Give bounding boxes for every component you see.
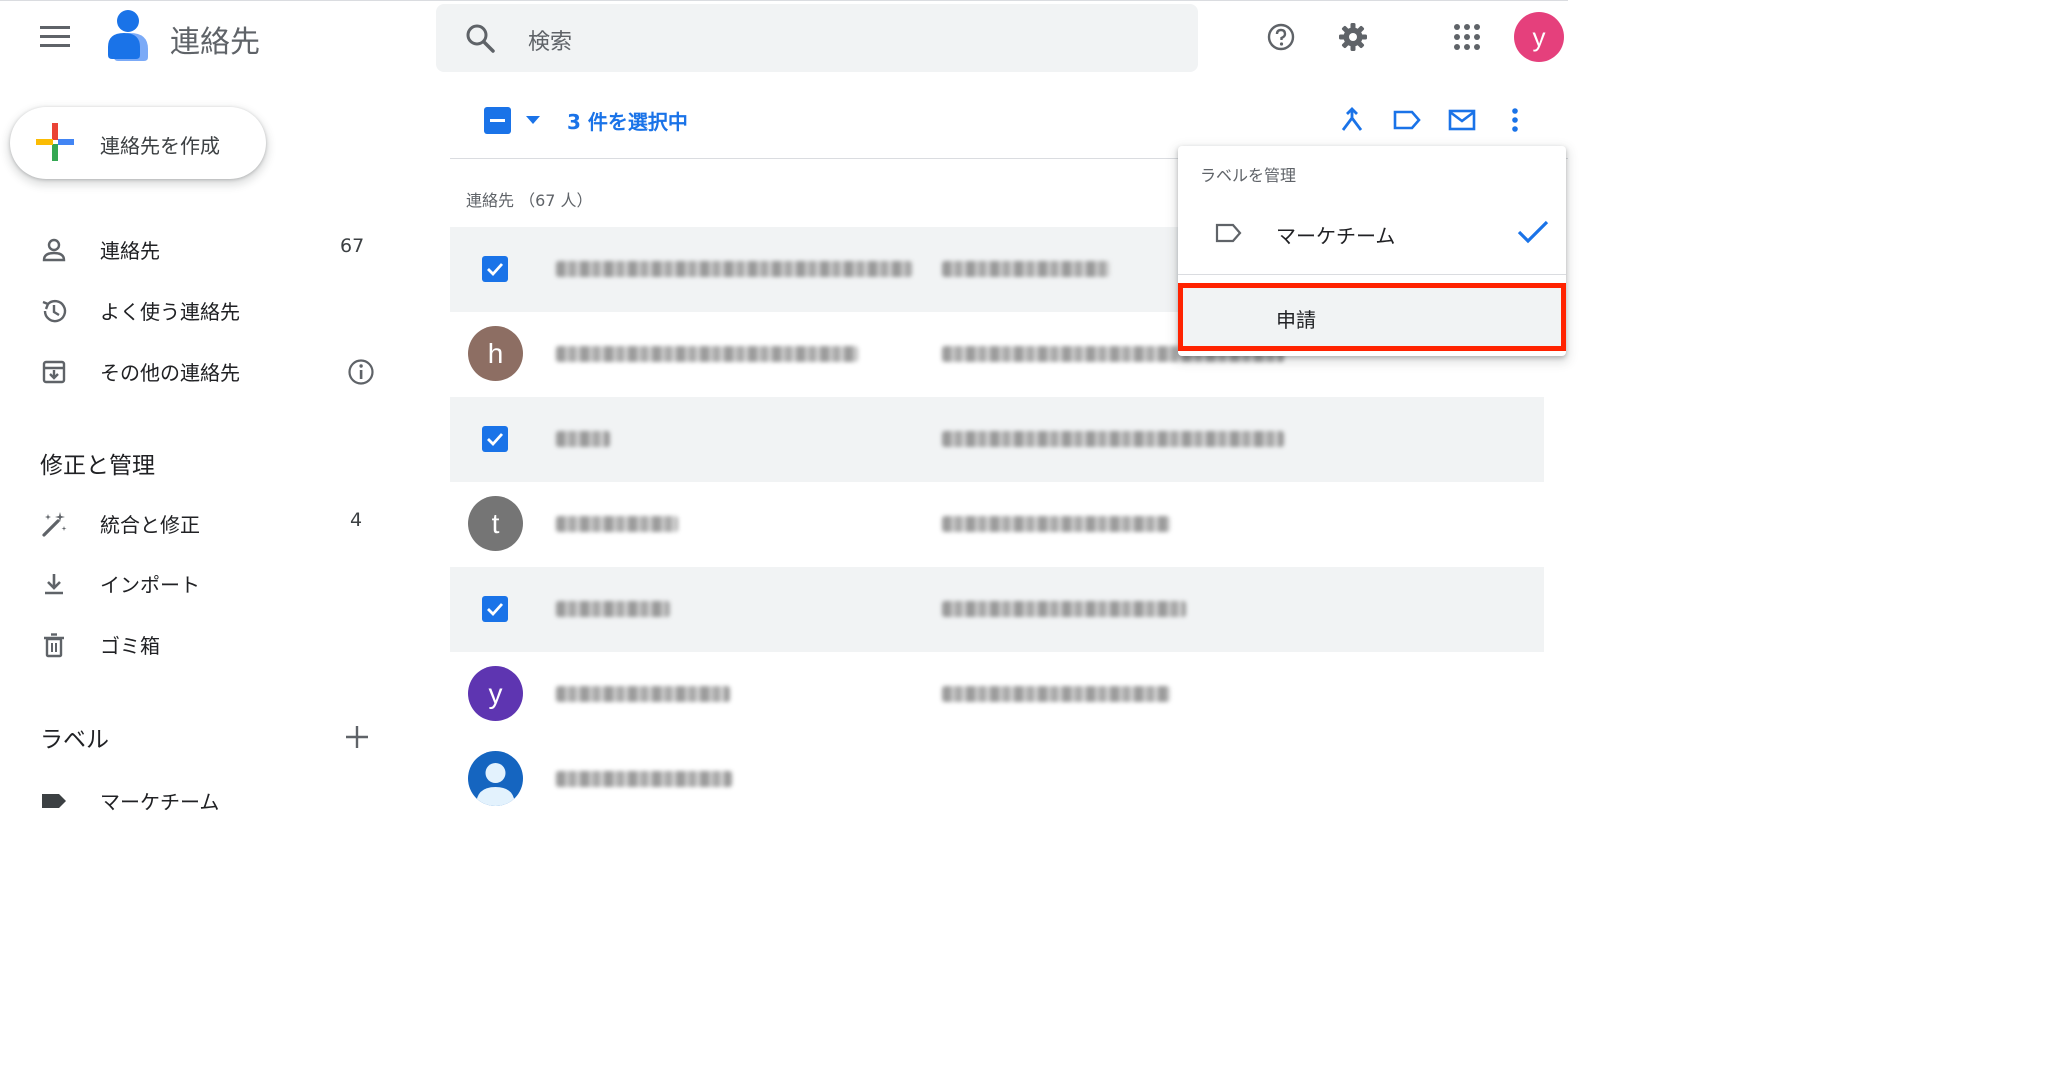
contact-name-redacted [556,771,732,787]
sidebar-item-label: 連絡先 [100,239,160,263]
sidebar-item-other-contacts[interactable]: その他の連絡先 [0,344,410,396]
table-row[interactable]: t [450,482,1544,567]
app-title: 連絡先 [170,25,260,60]
top-app-bar: 連絡先 検索 y [0,0,1568,76]
check-icon [487,263,504,277]
menu-item-marketing-team[interactable]: マーケチーム [1178,196,1566,268]
add-label-icon[interactable] [344,724,370,750]
magic-wand-icon [42,512,67,537]
apps-button[interactable] [1448,18,1486,56]
trash-icon [44,633,64,658]
create-contact-label: 連絡先を作成 [100,134,220,158]
table-row[interactable] [450,737,1544,822]
section-title-fix-manage: 修正と管理 [40,453,155,479]
contact-avatar: t [468,496,523,551]
sidebar-item-frequent[interactable]: よく使う連絡先 [0,283,410,335]
contact-name-redacted [556,261,912,277]
help-button[interactable] [1262,18,1300,56]
apps-grid-icon [1454,24,1480,50]
label-outline-icon [1215,223,1242,243]
table-row[interactable]: y [450,652,1544,737]
sidebar-item-label: インポート [100,573,200,597]
sidebar-item-contacts[interactable]: 連絡先 67 [0,222,410,274]
table-row[interactable] [450,397,1544,482]
contact-email-redacted [942,261,1110,277]
menu-divider [1178,274,1566,275]
contact-email-redacted [942,431,1284,447]
contacts-count: 67 [340,235,365,257]
selection-count-text: 3 件を選択中 [567,110,688,134]
person-silhouette-icon [476,763,515,806]
contact-name-redacted [556,516,678,532]
table-row[interactable] [450,567,1544,652]
section-title-labels: ラベル [40,727,109,753]
row-checkbox[interactable] [482,426,508,452]
row-checkbox[interactable] [482,596,508,622]
sidebar-item-label: 統合と修正 [100,513,200,537]
contacts-count-header: 連絡先 （67 人） [466,191,593,210]
sidebar-item-label: マーケチーム [100,790,220,814]
hamburger-icon [40,26,70,47]
contact-email-redacted [942,516,1170,532]
person-icon [42,238,66,262]
contact-name-redacted [556,346,858,362]
help-icon [1267,23,1295,51]
menu-item-label: 申請 [1276,308,1316,332]
more-vert-icon[interactable] [1509,106,1521,134]
search-icon [466,24,495,53]
settings-button[interactable] [1334,18,1372,56]
sidebar-item-merge-fix[interactable]: 統合と修正 4 [0,496,410,548]
gear-icon [1339,23,1367,51]
sidebar-item-trash[interactable]: ゴミ箱 [0,617,410,669]
contact-avatar-photo [468,751,523,806]
menu-item-label: マーケチーム [1276,224,1396,248]
email-icon[interactable] [1447,106,1477,134]
checkmark-icon [1517,220,1549,244]
contact-email-redacted [942,601,1186,617]
plus-multicolor-icon [36,123,74,161]
history-icon [42,299,67,323]
create-contact-button[interactable]: 連絡先を作成 [10,107,266,179]
label-icon [42,794,66,808]
sidebar-item-label: その他の連絡先 [100,361,240,385]
contact-name-redacted [556,601,670,617]
select-all-checkbox[interactable] [484,107,511,134]
contact-avatar: y [468,666,523,721]
menu-header: ラベルを管理 [1200,166,1297,185]
selection-dropdown-icon[interactable] [524,114,542,126]
row-checkbox[interactable] [482,256,508,282]
sidebar-item-label-marketing[interactable]: マーケチーム [0,773,410,825]
contact-name-redacted [556,431,610,447]
contacts-logo-icon [104,9,152,61]
check-icon [487,433,504,447]
contact-avatar: h [468,326,523,381]
archive-icon [42,360,66,384]
merge-icon[interactable] [1338,106,1366,134]
merge-fix-count: 4 [350,509,363,531]
label-outline-icon[interactable] [1392,106,1422,134]
sidebar-item-label: よく使う連絡先 [100,300,240,324]
contact-email-redacted [942,686,1170,702]
check-icon [487,603,504,617]
account-avatar[interactable]: y [1514,12,1564,62]
search-bar[interactable]: 検索 [436,4,1198,72]
download-icon [45,574,63,595]
search-input[interactable]: 検索 [528,24,572,56]
sidebar-item-label: ゴミ箱 [100,634,160,658]
menu-item-application-highlighted[interactable]: 申請 [1178,283,1566,351]
info-icon[interactable] [347,358,375,386]
contact-name-redacted [556,686,730,702]
sidebar-item-import[interactable]: インポート [0,556,410,608]
main-menu-button[interactable] [36,19,74,55]
